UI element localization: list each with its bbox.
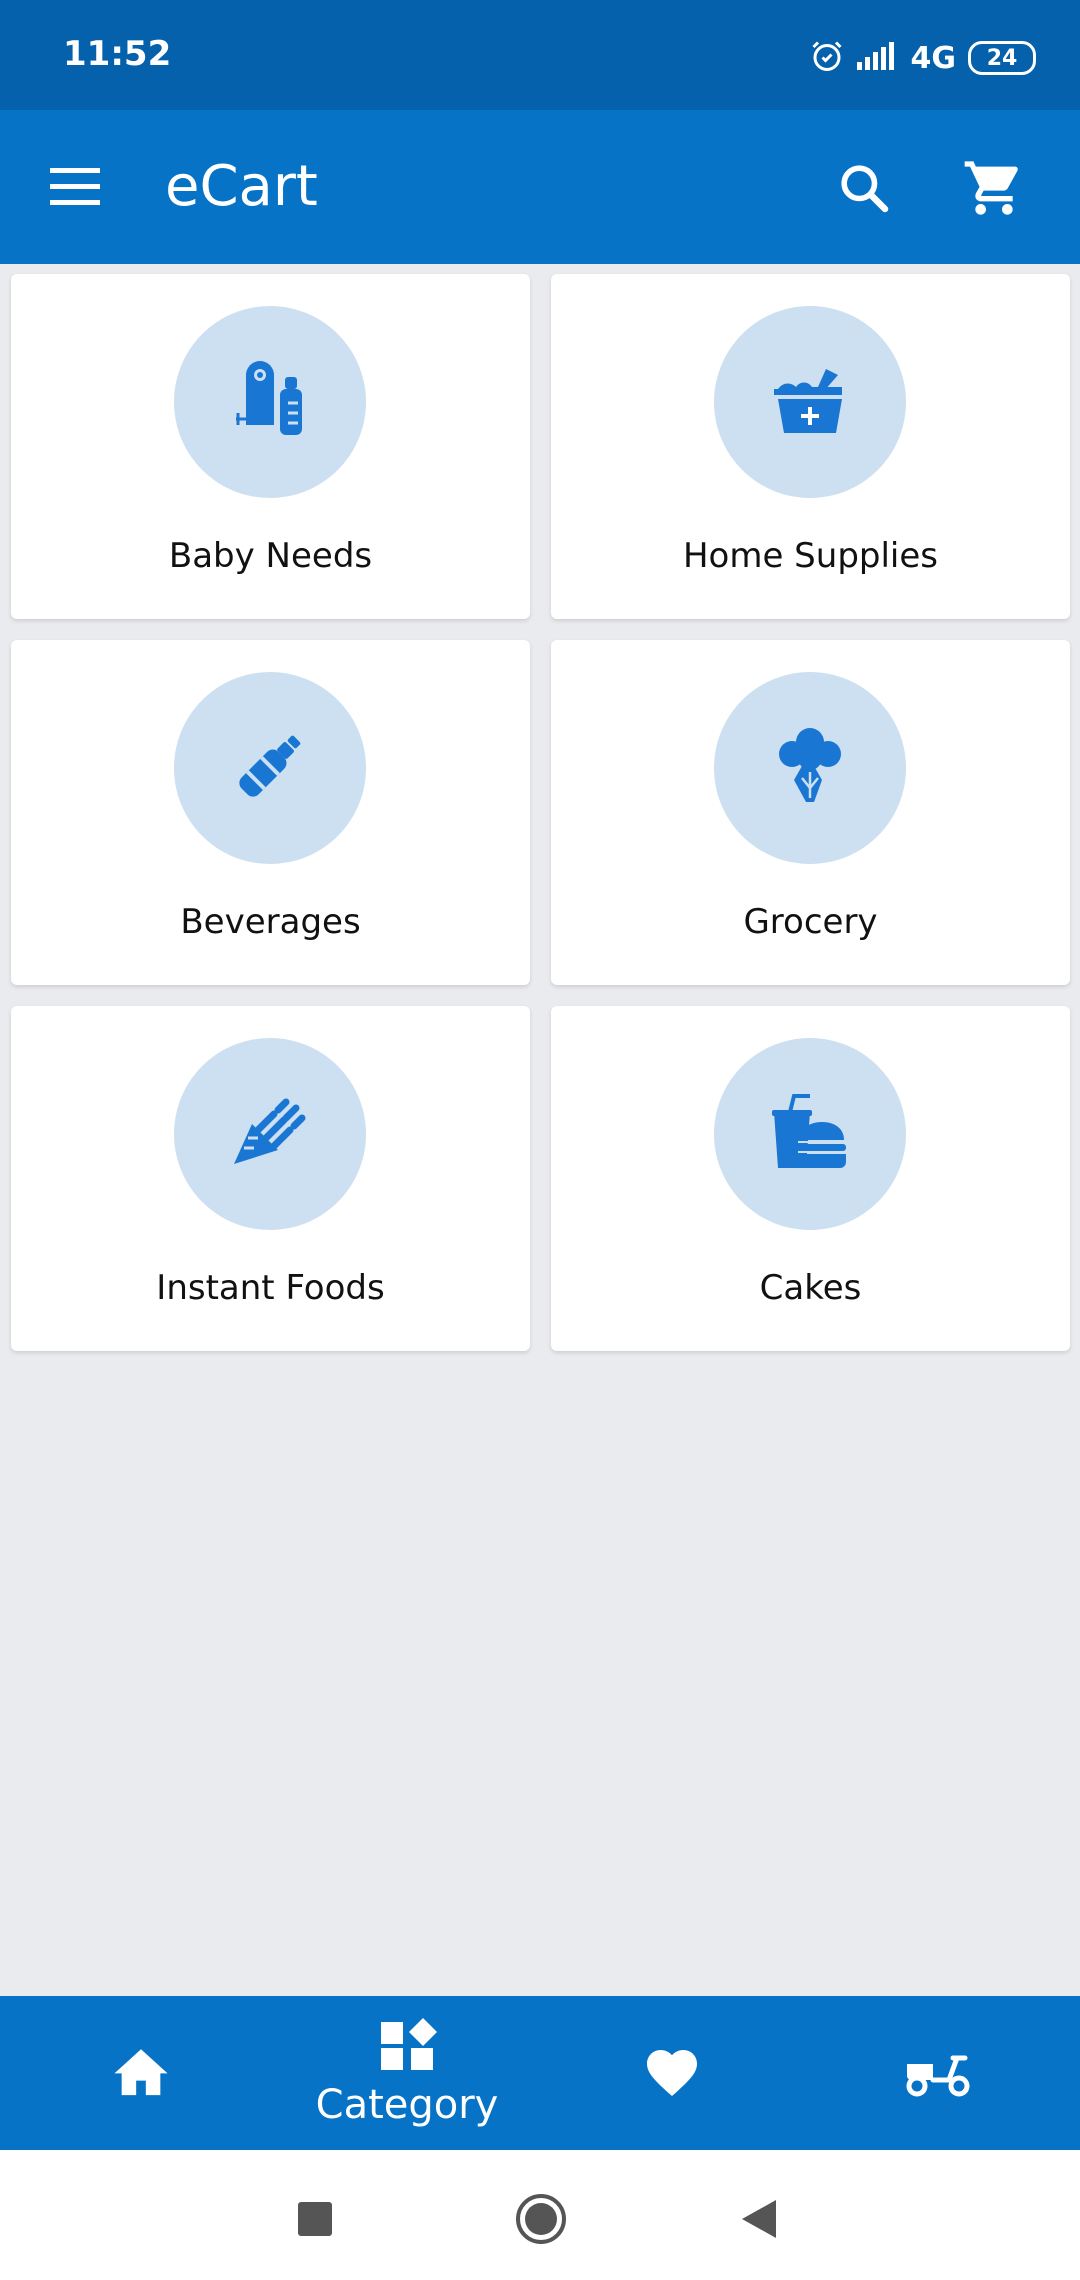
home-icon bbox=[112, 2044, 170, 2103]
home-circle-icon[interactable] bbox=[515, 2193, 567, 2250]
category-icon-circle bbox=[714, 306, 906, 498]
status-bar: 11:52 4G 24 bbox=[0, 0, 1080, 110]
status-icons: 4G 24 bbox=[809, 36, 1036, 80]
app-title: eCart bbox=[165, 154, 318, 219]
nav-home[interactable] bbox=[42, 1996, 242, 2150]
category-label: Cakes bbox=[759, 1268, 862, 1308]
category-card-home-supplies[interactable]: Home Supplies bbox=[551, 274, 1070, 619]
system-nav-bar bbox=[0, 2150, 1080, 2280]
signal-icon bbox=[856, 40, 899, 77]
cart-icon[interactable] bbox=[962, 156, 1026, 220]
baby-needs-icon bbox=[232, 359, 308, 446]
bottle-icon bbox=[230, 726, 310, 811]
battery-indicator: 24 bbox=[968, 41, 1036, 75]
category-label: Grocery bbox=[743, 902, 878, 942]
broccoli-icon bbox=[772, 726, 848, 811]
category-label: Instant Foods bbox=[156, 1268, 385, 1308]
app-bar: eCart bbox=[0, 110, 1080, 264]
search-icon[interactable] bbox=[836, 160, 892, 216]
alarm-icon bbox=[809, 38, 845, 79]
bottom-nav: Category bbox=[0, 1996, 1080, 2150]
recents-icon[interactable] bbox=[298, 2202, 332, 2241]
category-icon-circle bbox=[174, 1038, 366, 1230]
network-type: 4G bbox=[910, 40, 957, 76]
menu-icon[interactable] bbox=[48, 162, 104, 212]
nav-category-label: Category bbox=[315, 2082, 499, 2128]
back-icon[interactable] bbox=[742, 2200, 776, 2243]
heart-icon bbox=[642, 2042, 702, 2103]
category-card-baby-needs[interactable]: Baby Needs bbox=[11, 274, 530, 619]
nav-category[interactable]: Category bbox=[307, 1996, 507, 2150]
home-supplies-icon bbox=[770, 365, 850, 440]
category-icon bbox=[379, 2018, 437, 2077]
fast-food-icon bbox=[770, 1092, 850, 1177]
category-label: Beverages bbox=[180, 902, 361, 942]
category-label: Baby Needs bbox=[168, 536, 373, 576]
status-time: 11:52 bbox=[63, 34, 172, 74]
ice-cream-cone-icon bbox=[230, 1092, 310, 1177]
scooter-icon bbox=[903, 2046, 971, 2103]
category-icon-circle bbox=[174, 672, 366, 864]
nav-orders[interactable] bbox=[837, 1996, 1037, 2150]
category-label: Home Supplies bbox=[682, 536, 939, 576]
category-card-instant-foods[interactable]: Instant Foods bbox=[11, 1006, 530, 1351]
category-icon-circle bbox=[714, 672, 906, 864]
nav-favorites[interactable] bbox=[572, 1996, 772, 2150]
category-card-cakes[interactable]: Cakes bbox=[551, 1006, 1070, 1351]
category-icon-circle bbox=[714, 1038, 906, 1230]
category-card-grocery[interactable]: Grocery bbox=[551, 640, 1070, 985]
category-icon-circle bbox=[174, 306, 366, 498]
category-card-beverages[interactable]: Beverages bbox=[11, 640, 530, 985]
